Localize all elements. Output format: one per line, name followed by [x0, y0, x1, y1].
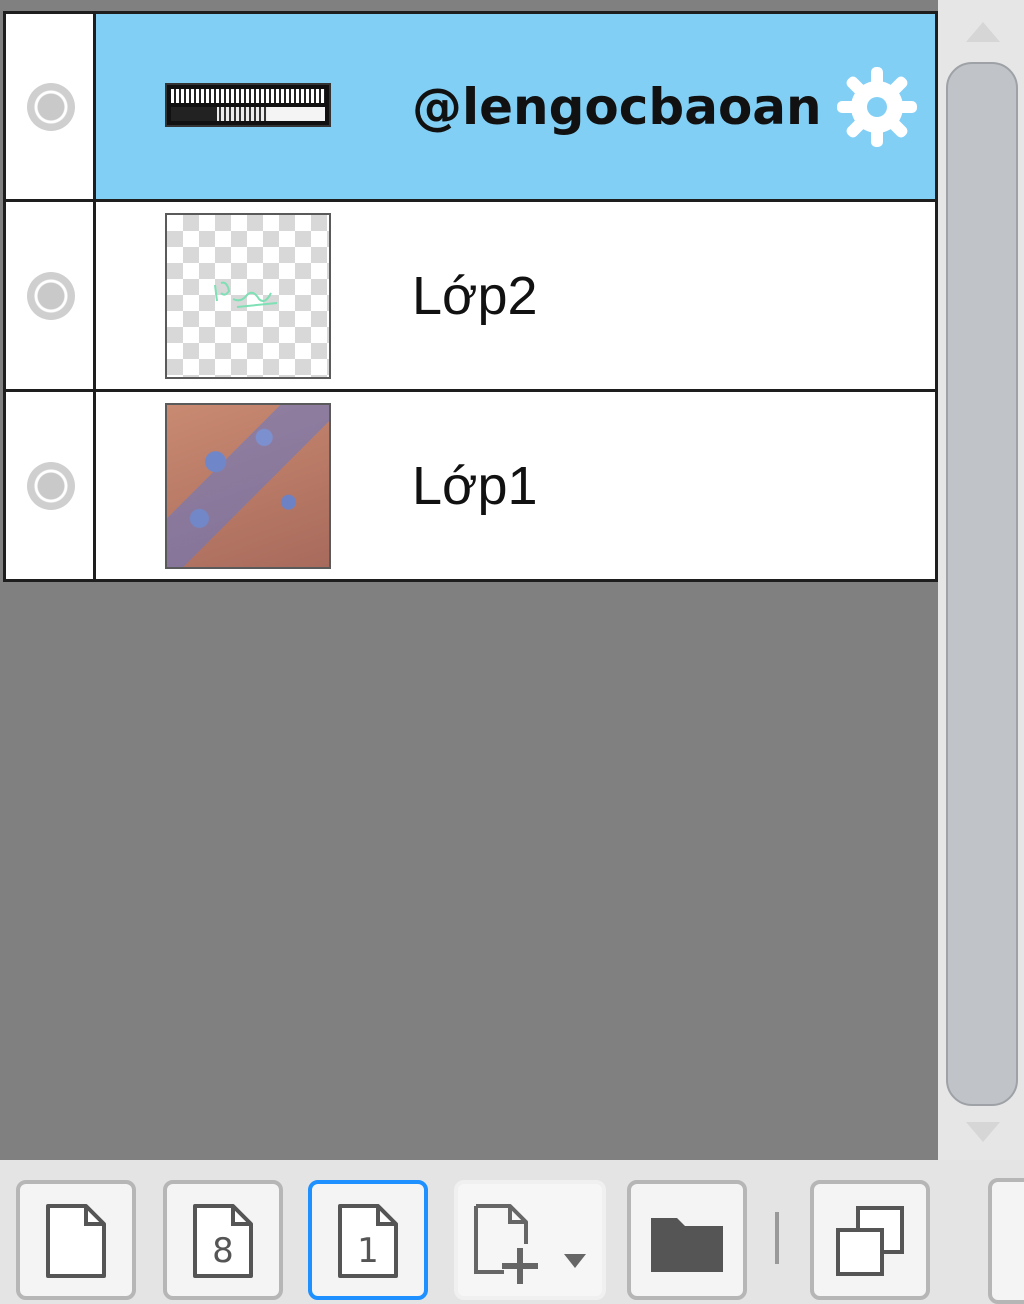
page-1-button[interactable]: 1 [308, 1180, 428, 1300]
vertical-scrollbar[interactable] [938, 0, 1024, 1160]
layer-main[interactable]: @lengocbaoan [96, 14, 935, 199]
page-8-icon: 8 [193, 1204, 253, 1278]
page-1-icon: 1 [338, 1204, 398, 1278]
toolbar-button-partial[interactable] [988, 1178, 1024, 1304]
layer-row[interactable]: @lengocbaoan [3, 11, 938, 202]
layer-thumbnail [165, 212, 331, 379]
layer-thumbnail [165, 402, 331, 569]
layer-name: @lengocbaoan [412, 77, 822, 136]
add-layer-dropdown-button[interactable] [454, 1180, 606, 1300]
layer-thumbnail [165, 82, 331, 127]
layer-row[interactable]: Lớp2 [3, 202, 938, 392]
layer-main[interactable]: Lớp1 [96, 392, 935, 579]
scroll-thumb[interactable] [946, 62, 1018, 1106]
visibility-toggle-icon[interactable] [27, 271, 75, 320]
folder-button[interactable] [627, 1180, 747, 1300]
layer-name: Lớp2 [412, 265, 538, 326]
svg-text:1: 1 [357, 1231, 379, 1271]
new-page-button[interactable] [16, 1180, 136, 1300]
duplicate-button[interactable] [810, 1180, 930, 1300]
new-page-icon [46, 1204, 106, 1278]
visibility-toggle-icon[interactable] [27, 461, 75, 510]
folder-icon [651, 1218, 723, 1272]
layer-name: Lớp1 [412, 455, 538, 516]
add-layer-dropdown-icon [474, 1204, 586, 1284]
duplicate-icon [836, 1206, 904, 1276]
gear-icon[interactable] [833, 63, 921, 151]
visibility-toggle-icon[interactable] [27, 82, 75, 131]
scroll-down-icon[interactable] [966, 1122, 1000, 1142]
page-8-button[interactable]: 8 [163, 1180, 283, 1300]
visibility-cell[interactable] [6, 202, 96, 389]
layer-row[interactable]: Lớp1 [3, 392, 938, 582]
layer-main[interactable]: Lớp2 [96, 202, 935, 389]
visibility-cell[interactable] [6, 14, 96, 199]
scroll-up-icon[interactable] [966, 22, 1000, 42]
layer-toolbar: 8 1 [0, 1160, 1024, 1304]
svg-text:8: 8 [212, 1231, 234, 1271]
visibility-cell[interactable] [6, 392, 96, 579]
layer-list: @lengocbaoan Lớp2 Lớp1 [3, 11, 938, 582]
toolbar-separator [775, 1212, 779, 1264]
